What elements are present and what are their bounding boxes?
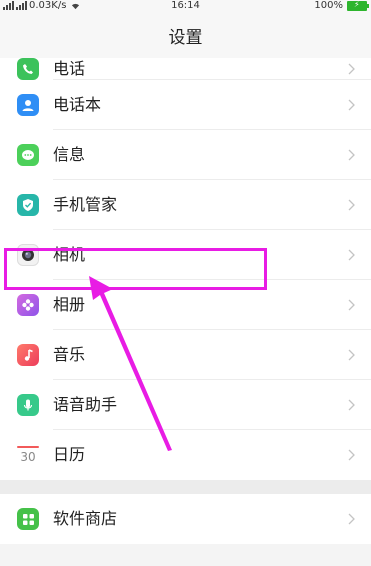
annotation-arrow-icon <box>89 276 172 451</box>
